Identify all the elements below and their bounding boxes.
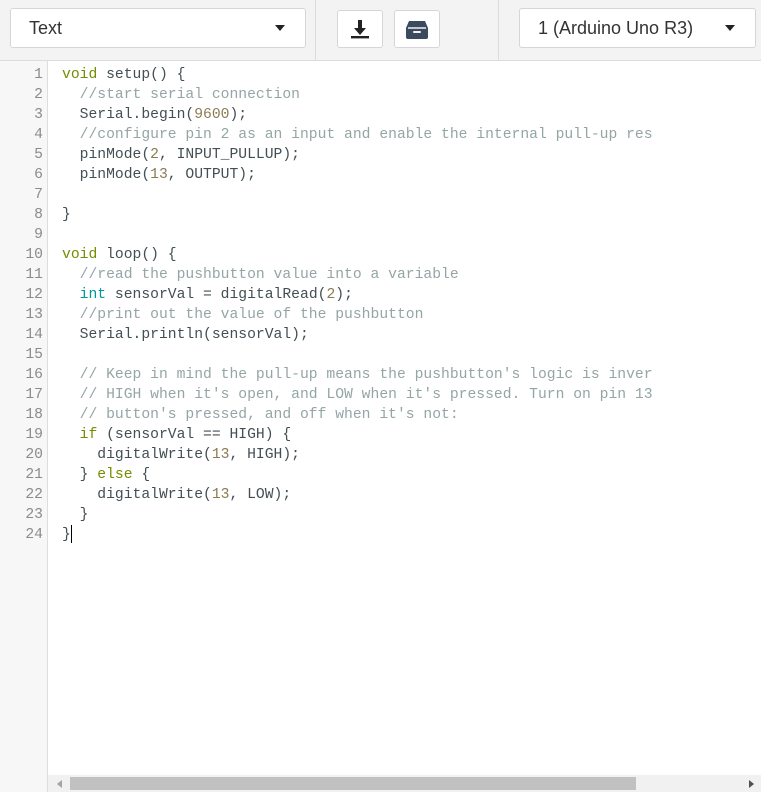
code-line[interactable]: 1 void setup() { bbox=[0, 65, 761, 85]
line-number: 19 bbox=[25, 427, 43, 443]
code-line[interactable]: 18 // button's pressed, and off when it'… bbox=[0, 405, 761, 425]
code-line[interactable]: 4 //configure pin 2 as an input and enab… bbox=[0, 125, 761, 145]
code-line-text[interactable]: // HIGH when it's open, and LOW when it'… bbox=[62, 385, 653, 405]
toolbar-divider bbox=[498, 0, 499, 60]
code-line-text[interactable]: void setup() { bbox=[62, 65, 185, 85]
code-line[interactable]: 10 void loop() { bbox=[0, 245, 761, 265]
scrollbar-thumb[interactable] bbox=[70, 777, 636, 790]
chevron-down-icon bbox=[275, 25, 285, 31]
toolbar-divider bbox=[315, 0, 316, 60]
line-number: 10 bbox=[25, 247, 43, 263]
line-number: 24 bbox=[25, 527, 43, 543]
code-mode-select[interactable]: Text bbox=[10, 8, 306, 48]
code-line[interactable]: 17 // HIGH when it's open, and LOW when … bbox=[0, 385, 761, 405]
horizontal-scrollbar[interactable] bbox=[48, 775, 761, 792]
download-button[interactable] bbox=[337, 10, 383, 48]
line-number: 3 bbox=[34, 107, 43, 123]
scroll-right-icon[interactable] bbox=[749, 780, 754, 788]
code-line[interactable]: 12 int sensorVal = digitalRead(2); bbox=[0, 285, 761, 305]
code-line[interactable]: 11 //read the pushbutton value into a va… bbox=[0, 265, 761, 285]
code-line-text[interactable]: } else { bbox=[62, 465, 151, 485]
board-select-value: 1 (Arduino Uno R3) bbox=[538, 17, 694, 38]
line-number: 23 bbox=[25, 507, 43, 523]
code-line-text[interactable]: // button's pressed, and off when it's n… bbox=[62, 405, 459, 425]
code-line-text[interactable]: //print out the value of the pushbutton bbox=[62, 305, 424, 325]
code-line[interactable]: 21 } else { bbox=[0, 465, 761, 485]
line-number: 22 bbox=[25, 487, 43, 503]
code-line-text[interactable]: int sensorVal = digitalRead(2); bbox=[62, 285, 353, 305]
code-line[interactable]: 15 bbox=[0, 345, 761, 365]
code-line[interactable]: 20 digitalWrite(13, HIGH); bbox=[0, 445, 761, 465]
code-mode-value: Text bbox=[29, 17, 63, 38]
code-line-text[interactable]: // Keep in mind the pull-up means the pu… bbox=[62, 365, 653, 385]
code-line-text[interactable]: digitalWrite(13, LOW); bbox=[62, 485, 291, 505]
code-line-text[interactable]: pinMode(13, OUTPUT); bbox=[62, 165, 256, 185]
scroll-left-icon[interactable] bbox=[57, 780, 62, 788]
code-line[interactable]: 7 bbox=[0, 185, 761, 205]
line-number: 14 bbox=[25, 327, 43, 343]
code-line[interactable]: 19 if (sensorVal == HIGH) { bbox=[0, 425, 761, 445]
line-number: 11 bbox=[25, 267, 43, 283]
code-line-text[interactable]: //configure pin 2 as an input and enable… bbox=[62, 125, 653, 145]
code-area[interactable]: 1 void setup() {2 //start serial connecti… bbox=[0, 65, 761, 545]
line-number: 12 bbox=[25, 287, 43, 303]
code-line[interactable]: 6 pinMode(13, OUTPUT); bbox=[0, 165, 761, 185]
line-number: 1 bbox=[34, 67, 43, 83]
line-number: 5 bbox=[34, 147, 43, 163]
code-line[interactable]: 9 bbox=[0, 225, 761, 245]
code-line[interactable]: 14 Serial.println(sensorVal); bbox=[0, 325, 761, 345]
code-line-text[interactable]: digitalWrite(13, HIGH); bbox=[62, 445, 300, 465]
code-line[interactable]: 16 // Keep in mind the pull-up means the… bbox=[0, 365, 761, 385]
code-line-text[interactable]: //start serial connection bbox=[62, 85, 300, 105]
line-number: 7 bbox=[34, 187, 43, 203]
line-number: 18 bbox=[25, 407, 43, 423]
code-line[interactable]: 13 //print out the value of the pushbutt… bbox=[0, 305, 761, 325]
download-icon bbox=[351, 20, 369, 39]
code-line-text[interactable]: } bbox=[62, 205, 71, 225]
code-line-text[interactable]: Serial.println(sensorVal); bbox=[62, 325, 309, 345]
code-line-text[interactable]: pinMode(2, INPUT_PULLUP); bbox=[62, 145, 300, 165]
line-number: 4 bbox=[34, 127, 43, 143]
editor-toolbar: Text 1 (Arduino Uno R3) bbox=[0, 0, 761, 61]
line-number: 9 bbox=[34, 227, 43, 243]
line-number: 21 bbox=[25, 467, 43, 483]
line-number: 6 bbox=[34, 167, 43, 183]
code-line-text[interactable]: //read the pushbutton value into a varia… bbox=[62, 265, 459, 285]
line-number: 2 bbox=[34, 87, 43, 103]
board-select[interactable]: 1 (Arduino Uno R3) bbox=[519, 8, 756, 48]
code-line[interactable]: 23 } bbox=[0, 505, 761, 525]
code-line[interactable]: 8} bbox=[0, 205, 761, 225]
archive-box-icon bbox=[406, 21, 428, 39]
text-cursor bbox=[70, 525, 72, 544]
code-editor[interactable]: 1 void setup() {2 //start serial connecti… bbox=[0, 61, 761, 792]
line-number: 8 bbox=[34, 207, 43, 223]
code-line-text[interactable]: } bbox=[62, 505, 89, 525]
code-line[interactable]: 2 //start serial connection bbox=[0, 85, 761, 105]
code-line-text[interactable]: void loop() { bbox=[62, 245, 177, 265]
chevron-down-icon bbox=[725, 25, 735, 31]
line-number: 17 bbox=[25, 387, 43, 403]
line-number: 15 bbox=[25, 347, 43, 363]
code-line-text[interactable]: if (sensorVal == HIGH) { bbox=[62, 425, 292, 445]
code-line[interactable]: 24} bbox=[0, 525, 761, 545]
code-line[interactable]: 5 pinMode(2, INPUT_PULLUP); bbox=[0, 145, 761, 165]
code-line[interactable]: 3 Serial.begin(9600); bbox=[0, 105, 761, 125]
code-line-text[interactable]: } bbox=[62, 525, 72, 545]
library-button[interactable] bbox=[394, 10, 440, 48]
line-number: 13 bbox=[25, 307, 43, 323]
line-number: 16 bbox=[25, 367, 43, 383]
code-line[interactable]: 22 digitalWrite(13, LOW); bbox=[0, 485, 761, 505]
code-line-text[interactable]: Serial.begin(9600); bbox=[62, 105, 248, 125]
line-number: 20 bbox=[25, 447, 43, 463]
